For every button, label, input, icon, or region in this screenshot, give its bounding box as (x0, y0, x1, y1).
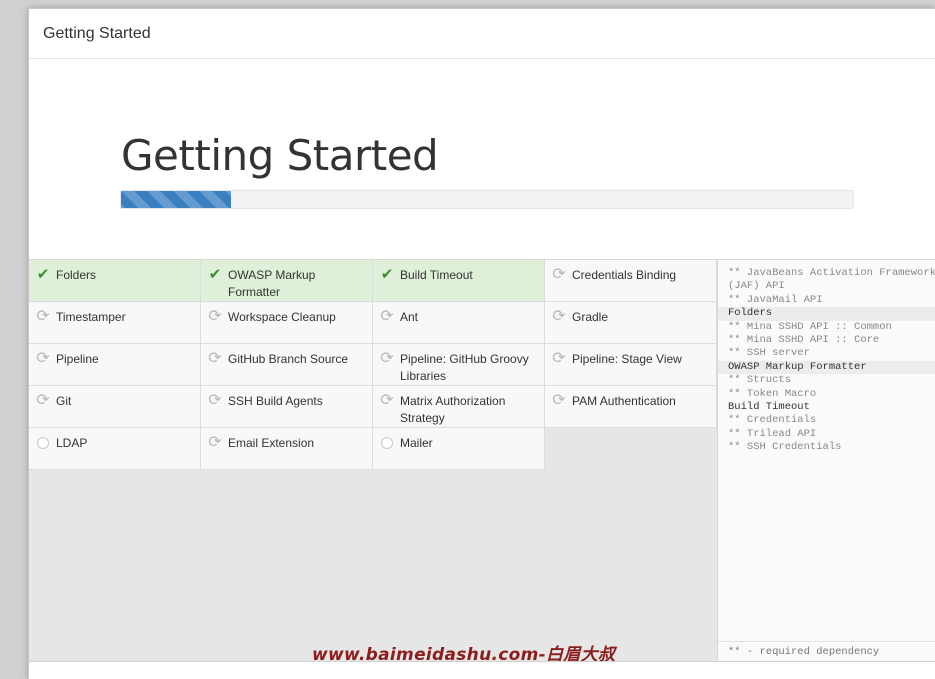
circle-icon (34, 434, 52, 451)
plugin-item: ⟳ Email Extension (201, 428, 373, 470)
log-line: ** SSH server (728, 347, 810, 360)
check-icon: ✔ (380, 266, 394, 283)
refresh-icon: ⟳ (36, 392, 50, 409)
plugin-item: ⟳ Ant (373, 302, 545, 344)
getting-started-dialog: Getting Started Getting Started ✔ Folders… (28, 8, 935, 679)
refresh-icon: ⟳ (380, 392, 394, 409)
plugin-item: ⟳ Pipeline: Stage View (545, 344, 717, 386)
plugin-item: ⟳ Git (29, 386, 201, 428)
plugin-name: Pipeline (56, 352, 99, 366)
page-title: Getting Started (121, 131, 439, 180)
refresh-icon: ⟳ (380, 350, 394, 367)
install-progress-bar (120, 190, 854, 209)
plugin-name: Mailer (400, 436, 433, 450)
plugin-name: PAM Authentication (572, 394, 676, 408)
plugin-item: ⟳ Workspace Cleanup (201, 302, 373, 344)
plugin-name: Pipeline: Stage View (572, 352, 682, 366)
hero-section: Getting Started (29, 59, 935, 259)
dialog-footer (29, 661, 935, 679)
dialog-title: Getting Started (43, 24, 151, 42)
plugin-name: Matrix Authorization Strategy (400, 394, 506, 425)
plugin-item: ⟳ Timestamper (29, 302, 201, 344)
plugin-item: Mailer (373, 428, 545, 470)
refresh-icon: ⟳ (208, 350, 222, 367)
circle-icon (378, 434, 396, 451)
plugin-name: Gradle (572, 310, 609, 324)
refresh-icon: ⟳ (208, 434, 222, 451)
log-line: ** Token Macro (728, 387, 817, 400)
check-icon: ✔ (36, 266, 50, 283)
plugin-name: OWASP Markup Formatter (228, 268, 316, 299)
plugin-item: ⟳ Gradle (545, 302, 717, 344)
log-line: Folders (718, 307, 935, 321)
refresh-icon: ⟳ (208, 392, 222, 409)
log-footer: ** - required dependency (718, 641, 935, 662)
log-line: ** Structs (728, 374, 792, 387)
refresh-icon: ⟳ (36, 350, 50, 367)
plugin-name: LDAP (56, 436, 88, 450)
log-line: ** Mina SSHD API :: Common (728, 320, 892, 333)
log-line: ** SSH Credentials (728, 441, 842, 454)
install-log-panel[interactable]: ** JavaBeans Activation Framework (JAF) A… (717, 260, 935, 662)
log-line: OWASP Markup Formatter (718, 360, 935, 375)
progress-fill (121, 191, 231, 208)
plugin-item: ✔ OWASP Markup Formatter (201, 260, 373, 302)
plugin-name: Email Extension (228, 436, 315, 450)
refresh-icon: ⟳ (380, 308, 394, 325)
install-content: ✔ Folders ✔ OWASP Markup Formatter ✔ Build Ti… (29, 259, 935, 665)
plugin-name: Ant (400, 310, 419, 324)
plugin-item: ✔ Folders (29, 260, 201, 302)
log-line: ** JavaBeans Activation Framework (728, 267, 935, 279)
log-line: Build Timeout (728, 401, 810, 414)
plugin-item: ⟳ Matrix Authorization Strategy (373, 386, 545, 428)
plugin-item: LDAP (29, 428, 201, 470)
refresh-icon: ⟳ (552, 350, 566, 367)
check-icon: ✔ (208, 266, 222, 283)
plugin-item: ✔ Build Timeout (373, 260, 545, 302)
plugin-name: Folders (56, 268, 97, 282)
log-lines: ** JavaBeans Activation Framework (JAF) A… (718, 260, 935, 455)
plugin-name: GitHub Branch Source (228, 352, 349, 366)
plugin-item: ⟳ GitHub Branch Source (201, 344, 373, 386)
log-line: ** JavaMail API (728, 293, 823, 306)
plugin-name: Workspace Cleanup (228, 310, 336, 324)
log-line: (JAF) API (728, 280, 785, 293)
refresh-icon: ⟳ (208, 308, 222, 325)
refresh-icon: ⟳ (36, 308, 50, 325)
plugin-item: ⟳ Credentials Binding (545, 260, 717, 302)
plugin-item: ⟳ Pipeline (29, 344, 201, 386)
plugin-item: ⟳ Pipeline: GitHub Groovy Libraries (373, 344, 545, 386)
plugin-name: Timestamper (56, 310, 126, 324)
refresh-icon: ⟳ (552, 266, 566, 283)
plugin-name: Pipeline: GitHub Groovy Libraries (400, 352, 529, 383)
plugin-grid: ✔ Folders ✔ OWASP Markup Formatter ✔ Build Ti… (29, 260, 717, 470)
refresh-icon: ⟳ (552, 392, 566, 409)
plugin-name: Git (56, 394, 72, 408)
plugin-item: ⟳ PAM Authentication (545, 386, 717, 428)
log-line: ** Trilead API (728, 427, 817, 440)
plugin-name: SSH Build Agents (228, 394, 323, 408)
plugin-name: Credentials Binding (572, 268, 677, 282)
dialog-header: Getting Started (29, 9, 935, 59)
plugin-name: Build Timeout (400, 268, 473, 282)
refresh-icon: ⟳ (552, 308, 566, 325)
plugin-item: ⟳ SSH Build Agents (201, 386, 373, 428)
log-line: ** Mina SSHD API :: Core (728, 334, 880, 347)
log-line: ** Credentials (728, 414, 817, 427)
